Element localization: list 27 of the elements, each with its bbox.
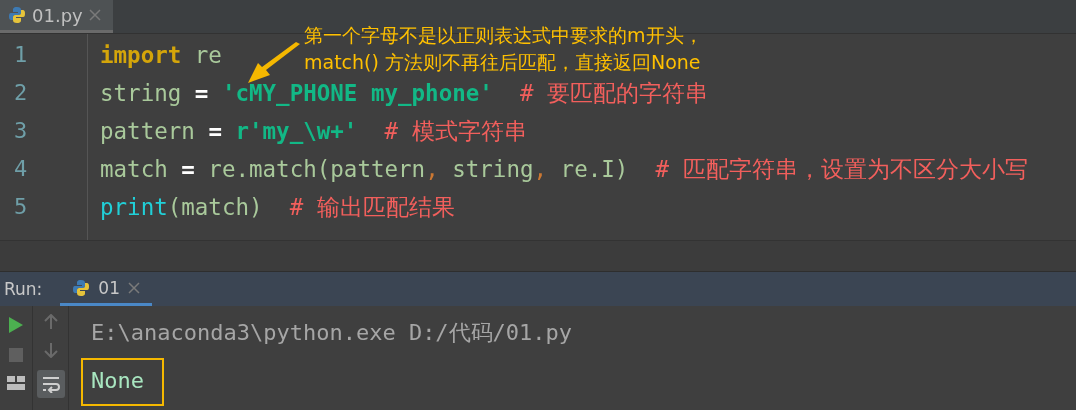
code-line: import re [100,41,222,70]
run-icon[interactable] [8,316,24,334]
line-number: 4 [13,155,29,183]
annotation-text: 第一个字母不是以正则表达式中要求的m开头， match() 方法则不再往后匹配，直接返回None [304,23,703,75]
code-line: print(match) # 输出匹配结果 [100,193,455,222]
layout-icon[interactable] [7,376,25,390]
up-arrow-icon[interactable] [43,314,58,330]
down-arrow-icon[interactable] [43,342,58,358]
close-icon[interactable] [127,281,140,294]
console-command: E:\anaconda3\python.exe D:/代码/01.py [90,319,574,347]
line-number: 1 [13,41,29,69]
line-number: 2 [13,79,29,107]
line-number: 5 [13,193,29,221]
editor-tab[interactable]: 01.py [0,0,113,33]
run-label: Run: [4,279,43,299]
line-number: 3 [13,117,29,145]
close-icon[interactable] [88,9,101,21]
python-file-icon [72,278,91,297]
annotation-arrow [246,42,302,84]
python-file-icon [8,6,26,24]
console-output: None [81,358,164,406]
code-line: pattern = r'my_\w+' # 模式字符串 [100,117,527,146]
soft-wrap-button[interactable] [36,370,65,398]
code-line: string = 'cMY_PHONE my_phone' # 要匹配的字符串 [100,79,709,108]
run-tab[interactable]: 01 [60,272,152,306]
soft-wrap-icon [40,375,61,393]
code-line: match = re.match(pattern, string, re.I) # 匹配字符串，设置为不区分大小写 [100,155,1028,184]
